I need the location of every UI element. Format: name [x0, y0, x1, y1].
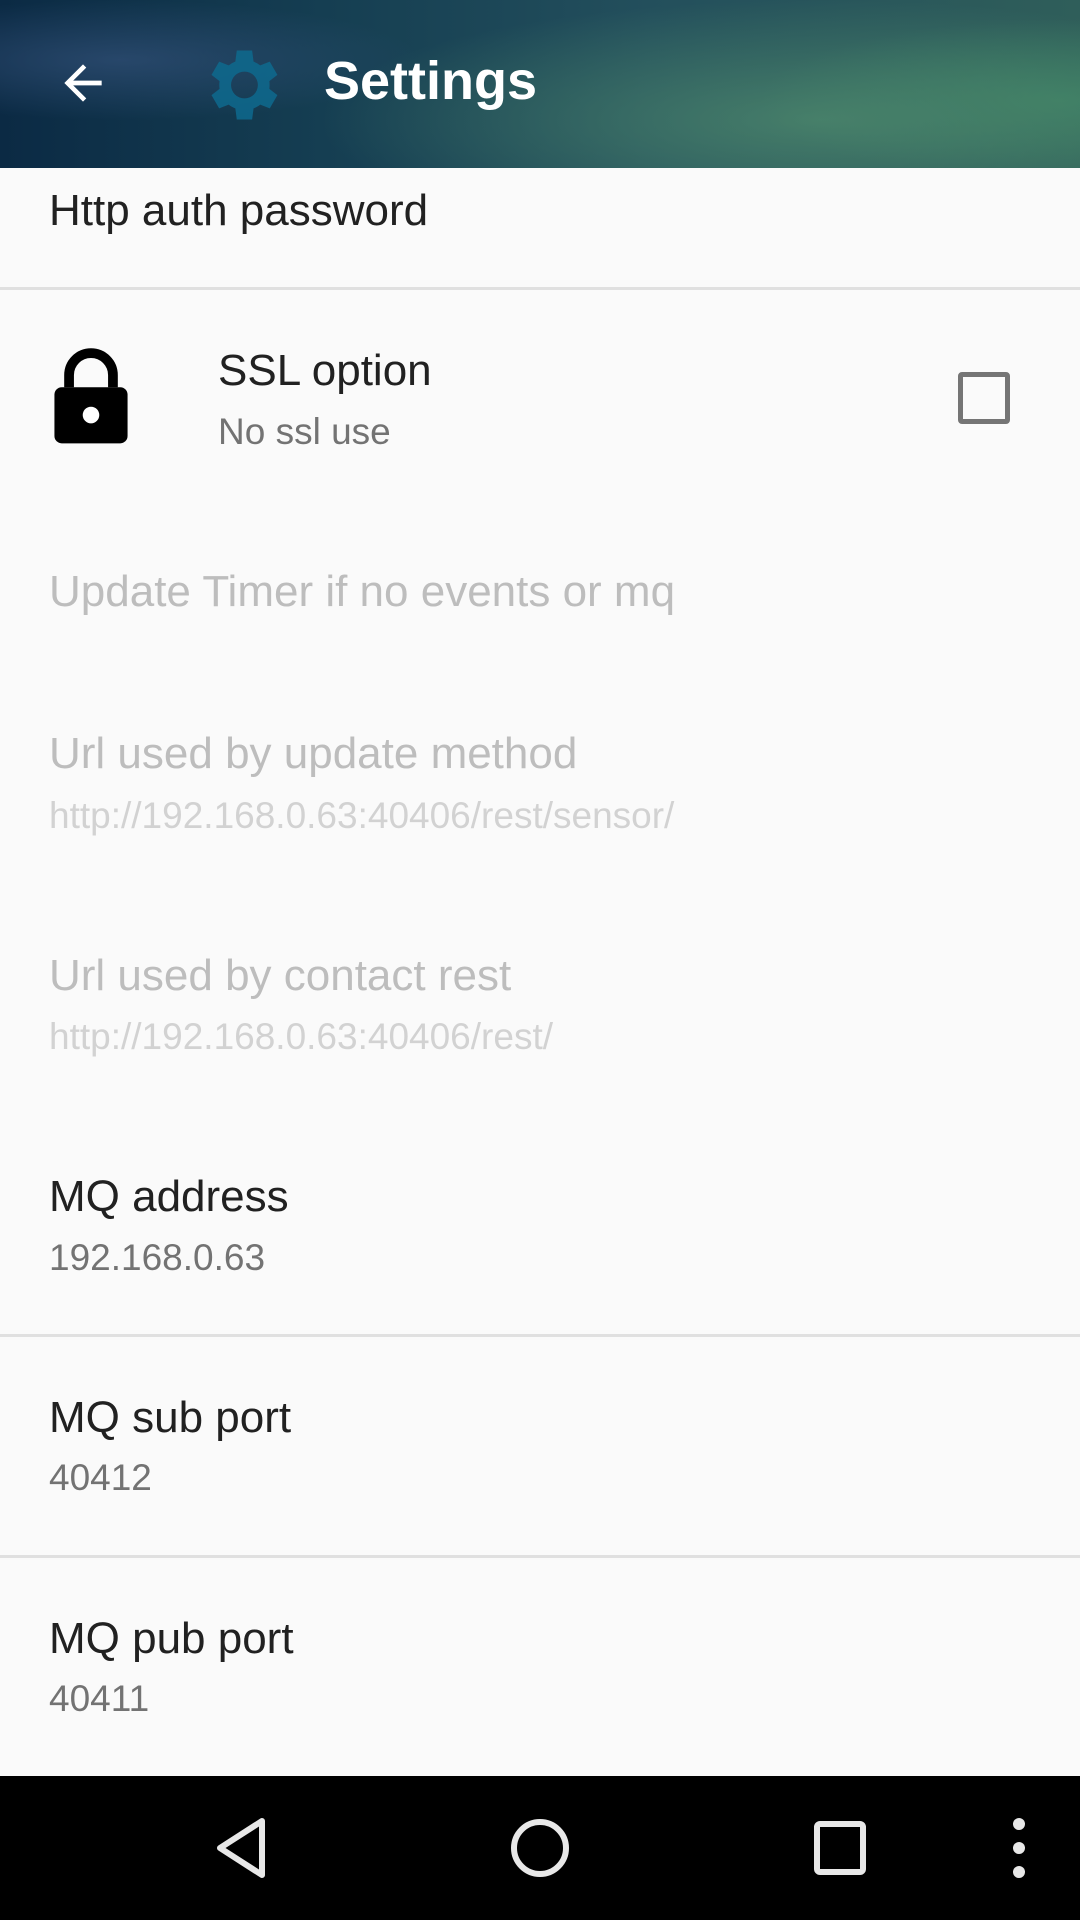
- ssl-checkbox[interactable]: [958, 372, 1010, 424]
- pref-mq-pub-port[interactable]: MQ pub port 40411: [0, 1558, 1080, 1776]
- back-triangle-icon[interactable]: [212, 1817, 272, 1879]
- home-circle-icon[interactable]: [509, 1817, 571, 1879]
- page-title: Settings: [324, 51, 538, 111]
- pref-title: SSL option: [218, 346, 432, 395]
- overflow-menu-icon[interactable]: [1009, 1816, 1029, 1880]
- pref-summary: 192.168.0.63: [49, 1237, 266, 1278]
- recents-square-icon[interactable]: [813, 1820, 867, 1876]
- pref-title: Update Timer if no events or mq: [49, 567, 676, 616]
- pref-mq-sub-port[interactable]: MQ sub port 40412: [0, 1337, 1080, 1555]
- pref-summary: 40411: [49, 1678, 150, 1719]
- pref-title: MQ pub port: [49, 1614, 294, 1663]
- arrow-back-icon[interactable]: [55, 55, 111, 111]
- navigation-bar: [0, 1776, 1080, 1920]
- lock-icon: [54, 348, 128, 444]
- pref-summary: No ssl use: [218, 411, 391, 452]
- pref-title: Http auth password: [49, 186, 429, 235]
- pref-title: MQ address: [49, 1172, 289, 1221]
- pref-update-timer: Update Timer if no events or mq: [0, 540, 1080, 650]
- pref-title: Url used by contact rest: [49, 951, 512, 1000]
- pref-ssl-option[interactable]: SSL option No ssl use: [0, 290, 1080, 520]
- pref-summary: http://192.168.0.63:40406/rest/sensor/: [49, 795, 675, 836]
- pref-title: MQ sub port: [49, 1393, 292, 1442]
- pref-summary: 40412: [49, 1457, 152, 1498]
- pref-url-contact-rest: Url used by contact rest http://192.168.…: [0, 920, 1080, 1080]
- pref-title: Url used by update method: [49, 729, 578, 778]
- pref-mq-address[interactable]: MQ address 192.168.0.63: [0, 1140, 1080, 1334]
- pref-url-update-method: Url used by update method http://192.168…: [0, 700, 1080, 860]
- pref-summary: http://192.168.0.63:40406/rest/: [49, 1016, 553, 1057]
- pref-http-auth-password[interactable]: Http auth password: [0, 168, 1080, 288]
- gear-icon: [211, 50, 278, 120]
- app-bar: Settings: [0, 0, 1080, 168]
